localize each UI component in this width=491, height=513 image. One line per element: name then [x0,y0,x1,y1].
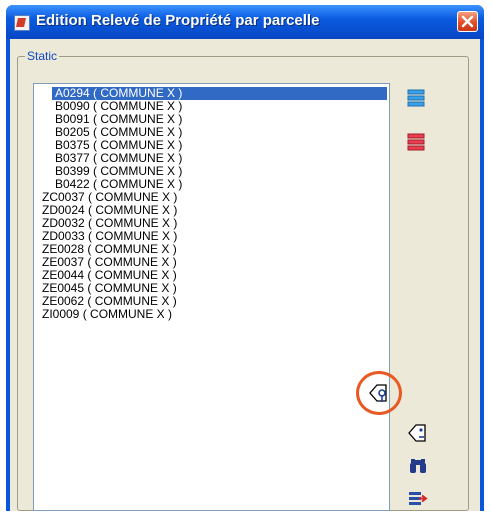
binoculars-icon [410,459,426,473]
parcel-listbox[interactable]: A0294 ( COMMUNE X ) B0090 ( COMMUNE X ) B0… [33,83,390,511]
app-icon [14,15,30,31]
dialog-client-area: Static A0294 ( COMMUNE X ) B0090 ( COMMUN… [10,39,480,511]
group-label: Static [25,49,60,63]
export-button[interactable] [405,486,431,512]
tag-icon [408,424,426,442]
search-button[interactable] [405,453,431,479]
title-bar[interactable]: Edition Relevé de Propriété par parcelle [6,5,484,39]
list-select-all-icon [407,89,425,107]
close-button[interactable] [457,11,478,32]
deselect-all-button[interactable] [403,129,429,155]
window-title: Edition Relevé de Propriété par parcelle [36,12,320,29]
select-all-button[interactable] [403,85,429,111]
app-window: Edition Relevé de Propriété par parcelle… [6,5,484,511]
close-icon [461,15,474,28]
highlight-ring [356,371,402,415]
tag-button[interactable] [405,420,431,446]
export-arrow-icon [409,492,428,505]
list-deselect-all-icon [407,133,425,151]
list-item[interactable]: ZI0009 ( COMMUNE X ) [39,308,175,321]
